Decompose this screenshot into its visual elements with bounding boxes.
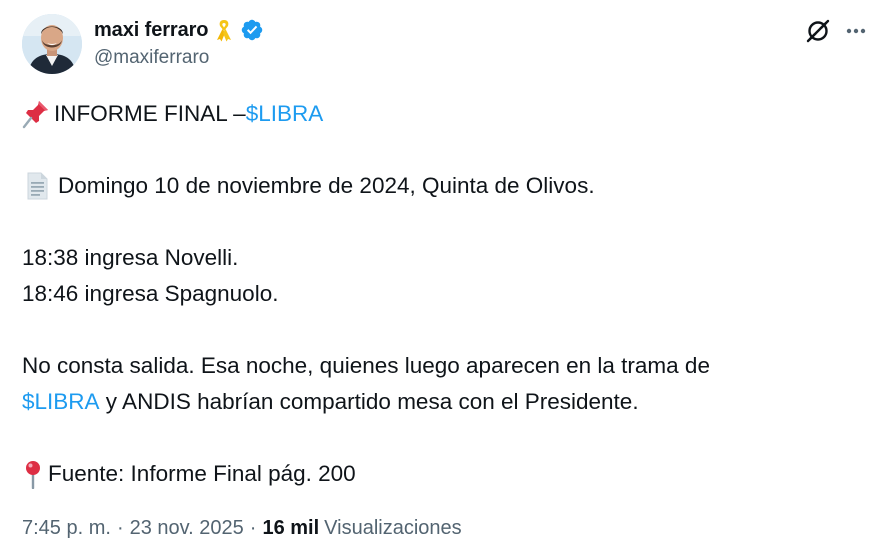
tweet-line-note-1: No consta salida. Esa noche, quienes lue… xyxy=(22,348,852,384)
tweet-title-text: INFORME FINAL – xyxy=(54,101,246,126)
tweet-line-note-2: $LIBRA y ANDIS habrían compartido mesa c… xyxy=(22,384,852,420)
avatar-image xyxy=(22,14,82,74)
tweet-time[interactable]: 7:45 p. m. xyxy=(22,517,111,540)
round-pushpin-emoji xyxy=(22,459,44,490)
tweet-entry-1-text: 18:38 ingresa Novelli. xyxy=(22,245,239,270)
tweet-line-source: Fuente: Informe Final pág. 200 xyxy=(22,456,852,492)
tweet-entry-2-text: 18:46 ingresa Spagnuolo. xyxy=(22,281,279,306)
separator: · xyxy=(249,517,257,539)
tweet-date[interactable]: 23 nov. 2025 xyxy=(130,517,244,540)
author-handle[interactable]: @maxiferraro xyxy=(94,47,209,69)
separator: · xyxy=(116,517,124,539)
cashtag-link[interactable]: $LIBRA xyxy=(22,384,100,420)
page-facing-up-emoji xyxy=(22,171,52,201)
author-display-name[interactable]: maxi ferraro xyxy=(94,19,209,42)
tweet-meta: 7:45 p. m. · 23 nov. 2025 · 16 mil Visua… xyxy=(22,517,462,540)
more-options-icon[interactable] xyxy=(843,20,869,42)
verified-badge-icon[interactable] xyxy=(240,18,264,42)
yellow-ribbon-icon xyxy=(214,18,234,42)
tweet-note-text-1: No consta salida. Esa noche, quienes lue… xyxy=(22,353,710,378)
grok-icon[interactable] xyxy=(805,18,831,44)
pushpin-emoji xyxy=(22,99,50,129)
tweet-line-entry-1: 18:38 ingresa Novelli. xyxy=(22,240,852,276)
cashtag-link[interactable]: $LIBRA xyxy=(246,96,324,132)
tweet-note-text-2: y ANDIS habrían compartido mesa con el P… xyxy=(99,389,639,414)
tweet-source-text: Fuente: Informe Final pág. 200 xyxy=(48,461,356,486)
tweet-line-entry-2: 18:46 ingresa Spagnuolo. xyxy=(22,276,852,312)
tweet-card: maxi ferraro @maxiferraro INFORME FINAL … xyxy=(0,0,876,548)
tweet-date-text: Domingo 10 de noviembre de 2024, Quinta … xyxy=(58,173,595,198)
views-label[interactable]: Visualizaciones xyxy=(324,517,462,540)
views-count[interactable]: 16 mil xyxy=(262,517,319,540)
avatar[interactable] xyxy=(22,14,82,74)
author-name-row: maxi ferraro xyxy=(94,16,264,44)
tweet-line-date: Domingo 10 de noviembre de 2024, Quinta … xyxy=(22,168,852,204)
tweet-line-title: INFORME FINAL – $LIBRA xyxy=(22,96,852,132)
tweet-text: INFORME FINAL – $LIBRA Domingo 10 de nov… xyxy=(22,96,852,492)
